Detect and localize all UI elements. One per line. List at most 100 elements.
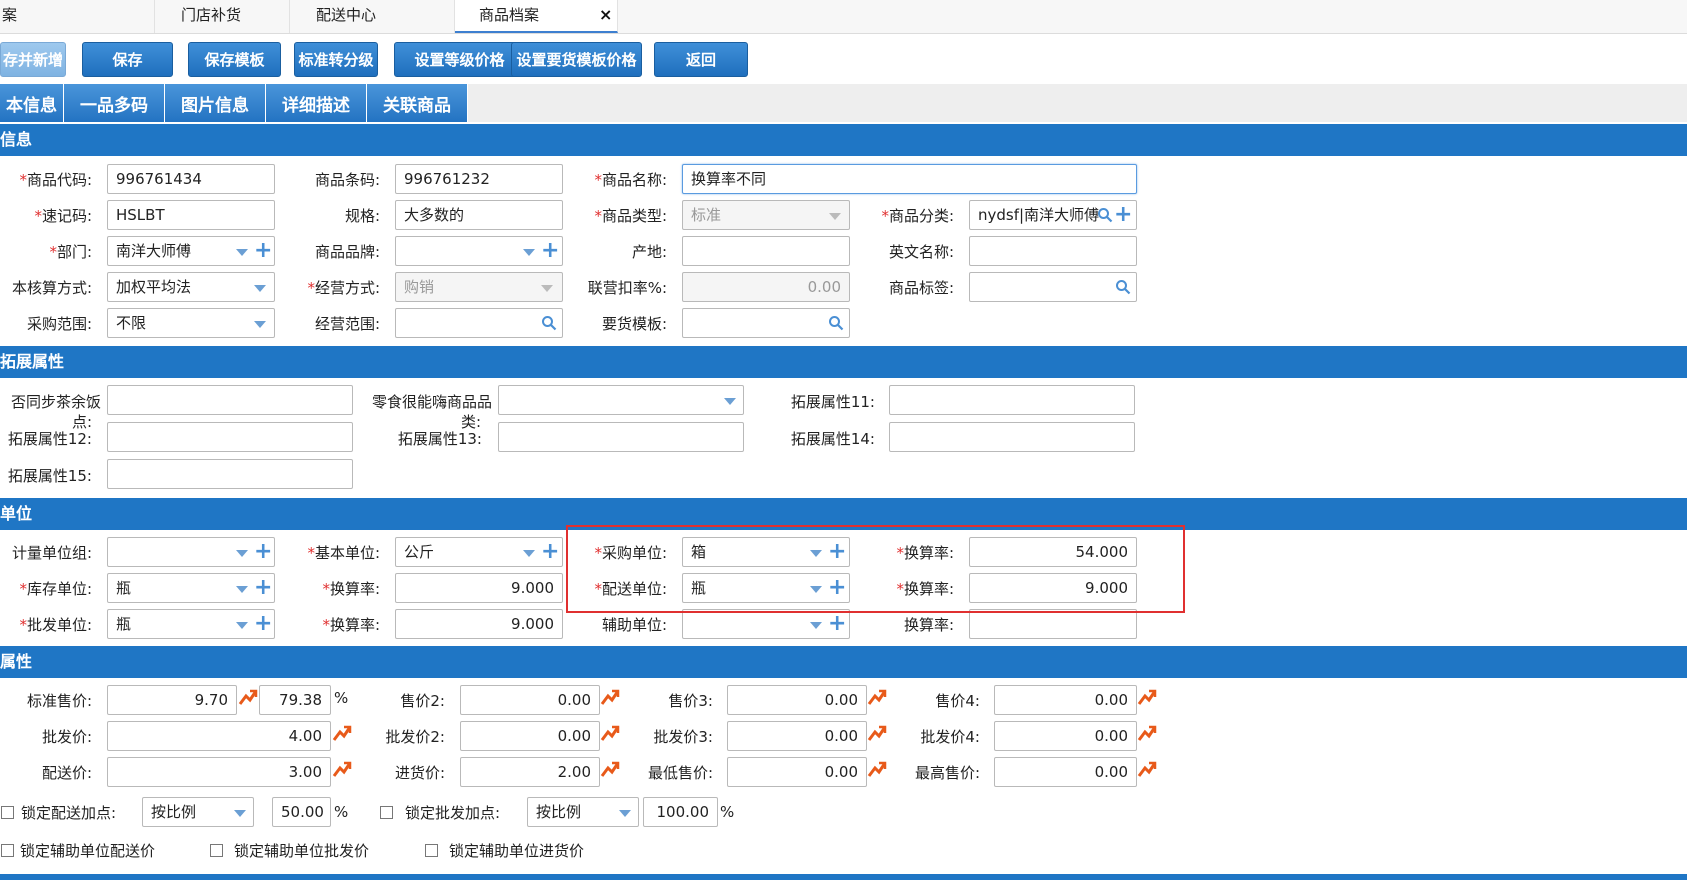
save-button[interactable]: 保存: [82, 42, 173, 77]
lock-wholesale-checkbox[interactable]: [380, 806, 393, 819]
tag-field[interactable]: [969, 272, 1137, 302]
chevron-down-icon[interactable]: [236, 249, 248, 256]
tab-archive[interactable]: 案: [0, 0, 155, 33]
add-icon[interactable]: +: [1114, 204, 1132, 226]
lock-aux-purchase-checkbox[interactable]: [425, 844, 438, 857]
lock-dist-value-field[interactable]: 50.00: [272, 797, 331, 827]
chevron-down-icon[interactable]: [236, 622, 248, 629]
tab-related-products[interactable]: 关联商品: [367, 84, 468, 122]
ext15-field[interactable]: [107, 459, 353, 489]
brand-select[interactable]: [395, 236, 563, 266]
english-name-field[interactable]: [969, 236, 1137, 266]
aux-ratio-field[interactable]: [969, 609, 1137, 639]
wholesale-price-field[interactable]: 4.00: [107, 721, 331, 751]
joint-rate-field[interactable]: 0.00: [682, 272, 850, 302]
tab-detail-desc[interactable]: 详细描述: [266, 84, 367, 122]
tab-product-archive[interactable]: 商品档案: [455, 0, 618, 33]
add-icon[interactable]: +: [254, 613, 272, 635]
standard-to-grade-button[interactable]: 标准转分级: [294, 42, 378, 77]
dept-select[interactable]: 南洋大师傅: [107, 236, 275, 266]
chevron-down-icon[interactable]: [829, 213, 841, 220]
save-template-button[interactable]: 保存模板: [188, 42, 281, 77]
trend-icon[interactable]: [600, 760, 620, 778]
trend-icon[interactable]: [1137, 760, 1157, 778]
wholesale-ratio-field[interactable]: 9.000: [395, 609, 563, 639]
mnemonic-field[interactable]: HSLBT: [107, 200, 275, 230]
tab-image-info[interactable]: 图片信息: [165, 84, 266, 122]
lock-dist-checkbox[interactable]: [1, 806, 14, 819]
price2-field[interactable]: 0.00: [460, 685, 600, 715]
trend-icon[interactable]: [1137, 688, 1157, 706]
business-mode-select[interactable]: 购销: [395, 272, 563, 302]
search-icon[interactable]: [1115, 279, 1131, 295]
add-icon[interactable]: +: [541, 541, 559, 563]
lock-wholesale-value-field[interactable]: 100.00: [643, 797, 718, 827]
chevron-down-icon[interactable]: [236, 586, 248, 593]
wholesale-price2-field[interactable]: 0.00: [460, 721, 600, 751]
trend-icon[interactable]: [867, 760, 887, 778]
price4-field[interactable]: 0.00: [994, 685, 1137, 715]
order-template-field[interactable]: [682, 308, 850, 338]
origin-field[interactable]: [682, 236, 850, 266]
trend-icon[interactable]: [332, 760, 352, 778]
std-markup-field[interactable]: 79.38: [259, 685, 331, 715]
chevron-down-icon[interactable]: [541, 285, 553, 292]
code-field[interactable]: 996761434: [107, 164, 275, 194]
trend-icon[interactable]: [867, 688, 887, 706]
type-select[interactable]: 标准: [682, 200, 850, 230]
lock-aux-dist-checkbox[interactable]: [1, 844, 14, 857]
purchase-price-field[interactable]: 2.00: [460, 757, 600, 787]
back-button[interactable]: 返回: [654, 42, 748, 77]
wholesale-price3-field[interactable]: 0.00: [727, 721, 867, 751]
max-price-field[interactable]: 0.00: [994, 757, 1137, 787]
search-icon[interactable]: [828, 315, 844, 331]
close-icon[interactable]: ×: [599, 5, 612, 24]
chevron-down-icon[interactable]: [523, 550, 535, 557]
chevron-down-icon[interactable]: [234, 810, 246, 817]
price3-field[interactable]: 0.00: [727, 685, 867, 715]
aux-unit-select[interactable]: [682, 609, 850, 639]
min-price-field[interactable]: 0.00: [727, 757, 867, 787]
add-icon[interactable]: +: [254, 541, 272, 563]
tab-multi-barcode[interactable]: 一品多码: [64, 84, 165, 122]
chevron-down-icon[interactable]: [724, 398, 736, 405]
ext-category-select[interactable]: [498, 385, 744, 415]
trend-icon[interactable]: [1137, 724, 1157, 742]
name-field[interactable]: 换算率不同: [682, 164, 1137, 194]
cost-method-select[interactable]: 加权平均法: [107, 272, 275, 302]
chevron-down-icon[interactable]: [619, 810, 631, 817]
search-icon[interactable]: [541, 315, 557, 331]
set-order-template-price-button[interactable]: 设置要货模板价格: [511, 42, 642, 77]
std-price-field[interactable]: 9.70: [107, 685, 237, 715]
purchase-scope-select[interactable]: 不限: [107, 308, 275, 338]
business-scope-field[interactable]: [395, 308, 563, 338]
wholesale-unit-select[interactable]: 瓶: [107, 609, 275, 639]
trend-icon[interactable]: [600, 688, 620, 706]
tab-basic-info[interactable]: 本信息: [0, 84, 64, 122]
ext13-field[interactable]: [498, 422, 744, 452]
stock-ratio-field[interactable]: 9.000: [395, 573, 563, 603]
unit-group-select[interactable]: [107, 537, 275, 567]
barcode-field[interactable]: 996761232: [395, 164, 563, 194]
trend-icon[interactable]: [332, 724, 352, 742]
stock-unit-select[interactable]: 瓶: [107, 573, 275, 603]
chevron-down-icon[interactable]: [236, 550, 248, 557]
chevron-down-icon[interactable]: [810, 622, 822, 629]
add-icon[interactable]: +: [541, 240, 559, 262]
lock-aux-wholesale-checkbox[interactable]: [210, 844, 223, 857]
chevron-down-icon[interactable]: [254, 321, 266, 328]
trend-icon[interactable]: [238, 688, 258, 706]
chevron-down-icon[interactable]: [254, 285, 266, 292]
add-icon[interactable]: +: [254, 240, 272, 262]
base-unit-select[interactable]: 公斤: [395, 537, 563, 567]
ext11-field[interactable]: [889, 385, 1135, 415]
trend-icon[interactable]: [867, 724, 887, 742]
ext-sync-field[interactable]: [107, 385, 353, 415]
search-icon[interactable]: [1097, 207, 1113, 223]
ext14-field[interactable]: [889, 422, 1135, 452]
trend-icon[interactable]: [600, 724, 620, 742]
chevron-down-icon[interactable]: [523, 249, 535, 256]
dist-price-field[interactable]: 3.00: [107, 757, 331, 787]
set-grade-price-button[interactable]: 设置等级价格: [394, 42, 525, 77]
add-icon[interactable]: +: [254, 577, 272, 599]
